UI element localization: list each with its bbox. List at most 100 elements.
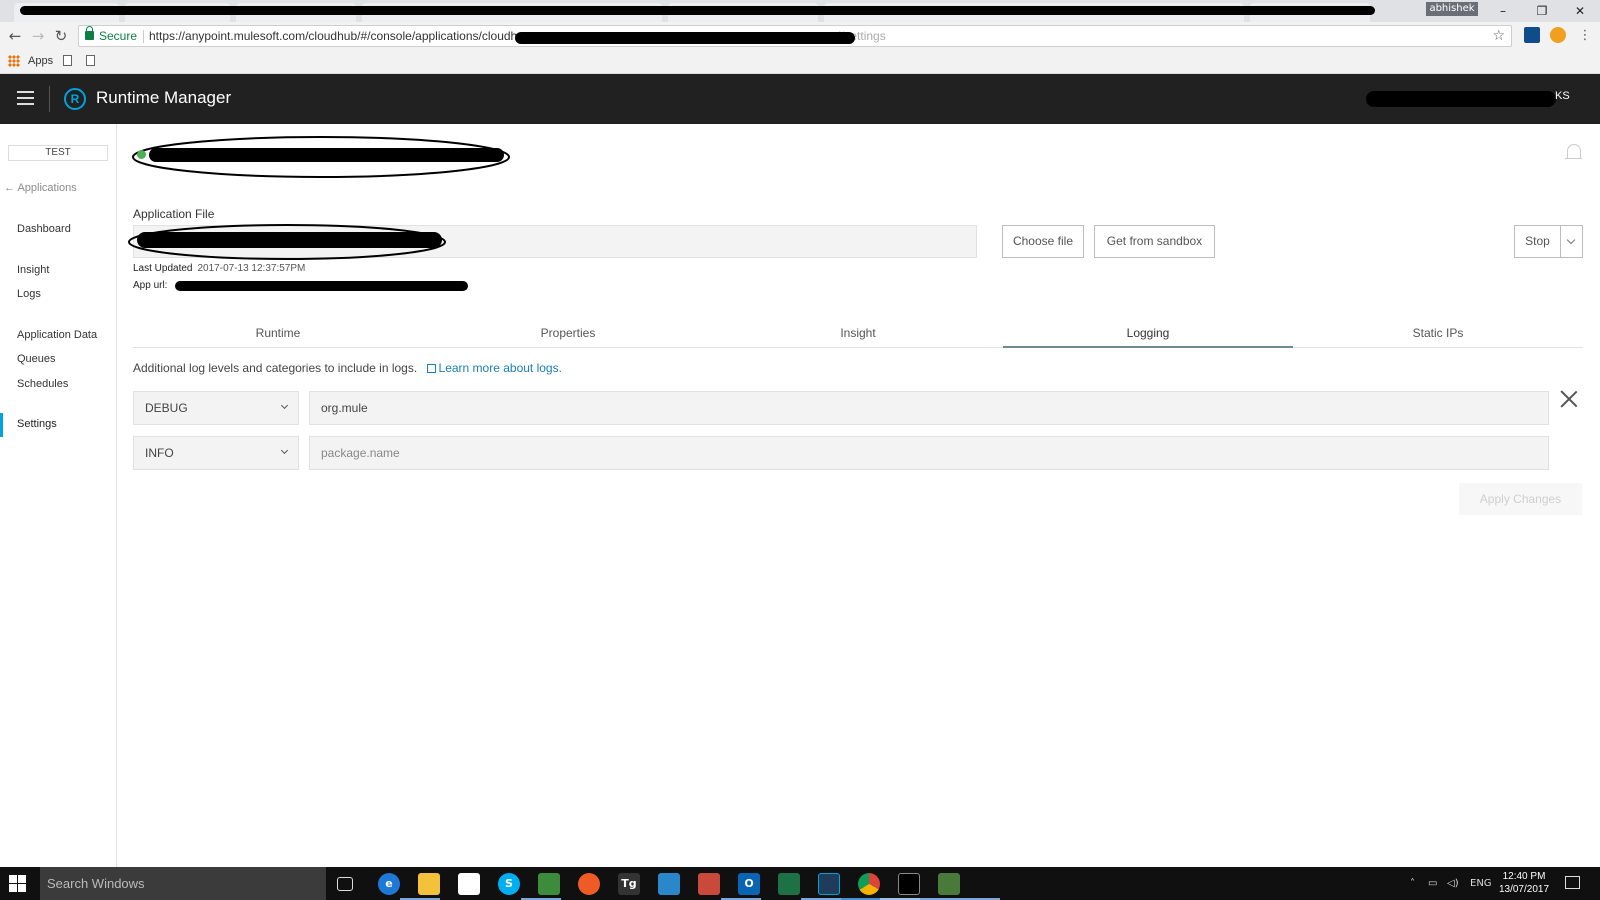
notification-bell-icon[interactable] [1565,144,1582,159]
log-category-input[interactable] [309,391,1549,425]
main-content: Application File Choose file Get from sa… [117,124,1600,867]
postman-icon[interactable] [578,873,600,895]
terminal-icon[interactable] [898,873,920,895]
menu-kebab-icon[interactable]: ⋮ [1575,26,1595,46]
log-level-value: INFO [145,446,174,460]
lock-icon [85,26,94,40]
language-indicator[interactable]: ENG [1470,867,1492,900]
minimize-button[interactable]: – [1488,1,1518,21]
edge-icon[interactable]: e [378,873,400,895]
hamburger-menu-icon[interactable] [17,91,34,105]
store-icon[interactable] [458,873,480,895]
chevron-down-icon [280,446,289,455]
stop-button[interactable]: Stop [1514,225,1561,258]
back-link-label: Applications [17,182,77,194]
windows-start-icon[interactable] [9,875,26,892]
secure-label: Secure [99,29,138,43]
close-window-button[interactable]: ✕ [1565,1,1595,21]
apps-bookmark[interactable]: Apps [28,55,53,67]
log-level-select[interactable]: DEBUG [133,391,299,425]
media-player-icon[interactable] [538,873,560,895]
sidebar-item-logs[interactable]: Logs [17,288,41,300]
apps-grid-icon[interactable] [8,55,20,67]
chevron-down-icon[interactable] [1560,225,1583,258]
log-category-input[interactable] [309,436,1549,470]
remote-desktop-icon[interactable] [658,873,680,895]
network-icon[interactable]: ▭ [1428,867,1437,900]
choose-file-button[interactable]: Choose file [1002,225,1084,258]
app-title: Runtime Manager [96,88,232,107]
redaction-mark [175,281,468,291]
active-indicator [0,413,3,437]
environment-badge[interactable]: TEST [8,145,108,161]
taskbar-search-input[interactable]: Search Windows [40,867,326,900]
telegram-icon[interactable]: Tg [618,873,640,895]
excel-icon[interactable] [778,873,800,895]
app-url-label: App url: [133,280,168,291]
app-status-indicator [137,150,146,159]
back-arrow-icon[interactable]: ← [5,26,25,46]
last-updated-row: Last Updated 2017-07-13 12:37:57PM [133,263,305,274]
task-view-icon[interactable] [337,877,353,891]
redaction-mark [1366,91,1556,107]
tools-icon[interactable] [938,873,960,895]
extension-icon[interactable] [1550,27,1566,43]
redaction-mark [132,136,510,178]
forward-arrow-icon[interactable]: → [28,26,48,46]
application-file-label: Application File [133,207,215,221]
user-initials[interactable]: KS [1555,90,1570,102]
sidebar-item-application-data[interactable]: Application Data [17,329,97,341]
last-updated-value: 2017-07-13 12:37:57PM [197,263,306,274]
url-text: https://anypoint.mulesoft.com/cloudhub/#… [149,29,518,43]
profile-button[interactable]: abhishek [1426,2,1478,16]
learn-more-link[interactable]: Learn more about logs. [439,361,562,375]
tab-logging[interactable]: Logging [1003,322,1293,348]
clock-time: 12:40 PM [1502,871,1546,882]
bookmark-star-icon[interactable]: ☆ [1492,26,1505,46]
taskbar-clock[interactable]: 12:40 PM 13/07/2017 [1496,870,1552,896]
external-link-icon [426,364,436,373]
tab-properties[interactable]: Properties [423,322,713,348]
chevron-down-icon [280,401,289,410]
app-url-row: App url: [133,280,167,291]
redaction-mark [515,32,855,44]
anypoint-studio-icon[interactable] [818,873,840,895]
bookmarks-bar: Apps [0,50,1600,74]
tab-static-ips[interactable]: Static IPs [1293,322,1583,348]
browser-toolbar: ← → ↻ Secure https://anypoint.mulesoft.c… [0,22,1600,50]
snipping-tool-icon[interactable] [698,873,720,895]
redaction-mark [128,224,446,260]
chevron-up-icon[interactable]: ˄ [1410,867,1415,900]
reload-icon[interactable]: ↻ [51,26,71,46]
remove-row-close-icon[interactable] [1558,388,1580,410]
sidebar-item-queues[interactable]: Queues [17,353,56,365]
back-to-applications-link[interactable]: ← Applications [4,182,77,194]
sidebar-item-schedules[interactable]: Schedules [17,378,68,390]
get-from-sandbox-button[interactable]: Get from sandbox [1094,225,1215,258]
tab-runtime[interactable]: Runtime [133,322,423,348]
sidebar: TEST ← Applications Dashboard Insight Lo… [0,124,117,867]
runtime-manager-logo-icon: R [64,88,86,110]
divider [143,30,144,43]
page-bookmark-icon[interactable] [63,55,72,66]
volume-icon[interactable]: ◁) [1447,867,1459,900]
skype-icon[interactable]: S [498,873,520,895]
log-level-value: DEBUG [145,401,188,415]
apply-changes-button[interactable]: Apply Changes [1459,483,1582,515]
outlook-icon[interactable]: O [738,873,760,895]
extension-icon[interactable] [1524,27,1540,43]
sidebar-item-dashboard[interactable]: Dashboard [17,223,71,235]
chrome-icon[interactable] [858,873,880,895]
file-explorer-icon[interactable] [418,873,440,895]
sidebar-item-insight[interactable]: Insight [17,264,49,276]
logging-intro-text: Additional log levels and categories to … [133,361,418,375]
restore-button[interactable]: ❐ [1527,1,1557,21]
divider [49,86,50,112]
action-center-icon[interactable] [1565,876,1580,889]
log-level-select[interactable]: INFO [133,436,299,470]
sidebar-item-settings[interactable]: Settings [17,418,57,430]
last-updated-label: Last Updated [133,263,193,274]
logging-intro: Additional log levels and categories to … [133,361,562,375]
tab-insight[interactable]: Insight [713,322,1003,348]
page-bookmark-icon[interactable] [86,55,95,66]
